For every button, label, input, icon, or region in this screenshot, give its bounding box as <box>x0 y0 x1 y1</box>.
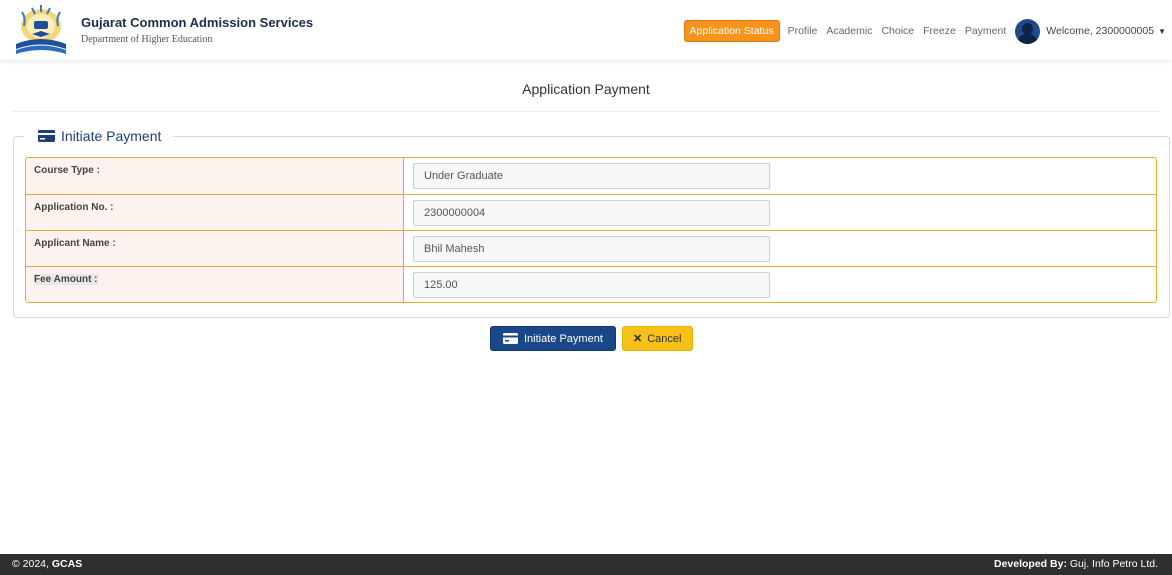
main-nav: Application Status Profile Academic Choi… <box>683 18 1166 44</box>
nav-payment[interactable]: Payment <box>965 25 1006 37</box>
nav-application-status[interactable]: Application Status <box>683 20 780 42</box>
nav-freeze[interactable]: Freeze <box>923 25 956 37</box>
brand-subtitle: Department of Higher Education <box>81 34 213 45</box>
close-icon: ✕ <box>633 333 643 345</box>
credit-card-icon <box>38 130 55 142</box>
course-type-field[interactable]: Under Graduate <box>413 163 770 189</box>
course-type-label: Course Type : <box>26 158 404 194</box>
top-header: Gujarat Common Admission Services Depart… <box>0 0 1172 60</box>
page-footer: © 2024, GCAS Developed By: Guj. Info Pet… <box>0 554 1172 575</box>
applicant-name-field[interactable]: Bhil Mahesh <box>413 236 770 262</box>
table-row: Applicant Name : Bhil Mahesh <box>26 230 1156 266</box>
chevron-down-icon[interactable]: ▼ <box>1158 27 1166 36</box>
fee-amount-label: Fee Amount : <box>26 267 404 302</box>
initiate-payment-button[interactable]: Initiate Payment <box>490 326 616 351</box>
fieldset-legend: Initiate Payment <box>24 127 174 145</box>
application-no-label: Application No. : <box>26 195 404 230</box>
nav-academic[interactable]: Academic <box>826 25 872 37</box>
initiate-payment-label: Initiate Payment <box>524 332 603 345</box>
footer-copyright: © 2024, GCAS <box>12 558 83 570</box>
application-no-field[interactable]: 2300000004 <box>413 200 770 226</box>
table-row: Application No. : 2300000004 <box>26 194 1156 230</box>
footer-developer: Developed By: Guj. Info Petro Ltd. <box>994 558 1158 570</box>
nav-profile[interactable]: Profile <box>788 25 818 37</box>
cancel-button[interactable]: ✕ Cancel <box>622 326 693 351</box>
legend-title: Initiate Payment <box>61 128 162 144</box>
fee-amount-field[interactable]: 125.00 <box>413 272 770 298</box>
page-title: Application Payment <box>522 81 650 97</box>
gcas-logo-icon <box>16 5 66 54</box>
credit-card-icon <box>503 333 518 344</box>
payment-details-table: Course Type : Under Graduate Application… <box>25 157 1157 303</box>
title-divider <box>12 111 1160 112</box>
table-row: Fee Amount : 125.00 <box>26 266 1156 302</box>
user-welcome-menu[interactable]: Welcome, 2300000005 <box>1046 25 1154 37</box>
brand-title: Gujarat Common Admission Services <box>81 15 314 30</box>
user-avatar-icon[interactable] <box>1015 18 1041 44</box>
applicant-name-label: Applicant Name : <box>26 231 404 266</box>
table-row: Course Type : Under Graduate <box>26 158 1156 194</box>
nav-choice[interactable]: Choice <box>881 25 914 37</box>
cancel-label: Cancel <box>647 332 682 345</box>
